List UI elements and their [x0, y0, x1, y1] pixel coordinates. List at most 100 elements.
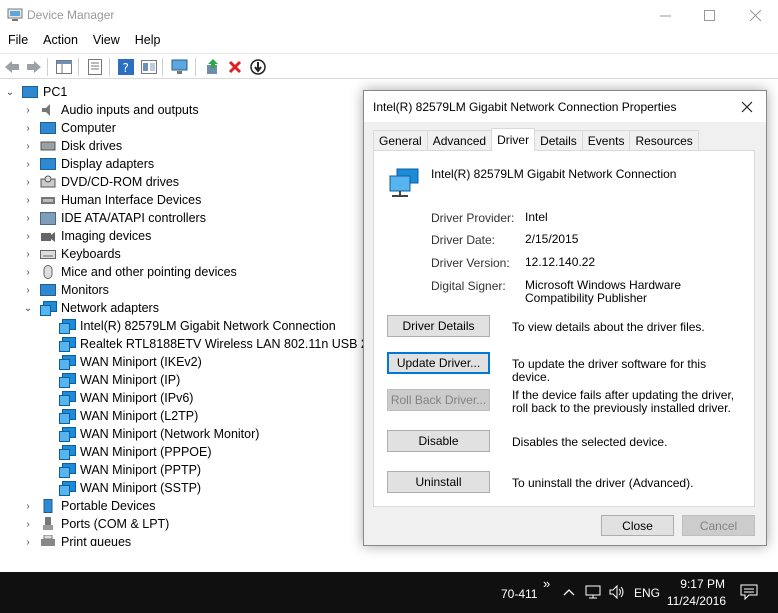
- chevron-right-icon[interactable]: ›: [22, 515, 34, 533]
- speaker-icon: [40, 103, 56, 117]
- tree-category[interactable]: › Computer: [22, 119, 116, 137]
- minimize-button[interactable]: [642, 0, 688, 30]
- tree-device[interactable]: WAN Miniport (Network Monitor): [59, 425, 259, 443]
- menu-file[interactable]: File: [0, 30, 35, 52]
- close-icon: [741, 101, 753, 113]
- device-manager-icon: [7, 8, 23, 21]
- chevron-right-icon[interactable]: ›: [22, 155, 34, 173]
- driver-provider-label: Driver Provider:: [431, 211, 515, 225]
- clock-date[interactable]: 11/24/2016: [664, 594, 726, 608]
- tree-device-label: WAN Miniport (PPTP): [80, 463, 202, 477]
- network-adapter-icon: [59, 409, 76, 424]
- maximize-button[interactable]: [686, 0, 732, 30]
- tree-category[interactable]: › Imaging devices: [22, 227, 151, 245]
- tab-driver[interactable]: Driver: [491, 128, 536, 151]
- show-hidden-icons-icon[interactable]: [563, 587, 575, 597]
- disable-button[interactable]: Disable: [387, 430, 490, 452]
- chevron-down-icon[interactable]: ⌄: [4, 83, 16, 101]
- chevron-right-icon[interactable]: ›: [22, 101, 34, 119]
- tree-category[interactable]: › Ports (COM & LPT): [22, 515, 169, 533]
- chevron-down-icon[interactable]: ⌄: [22, 299, 34, 317]
- tree-category[interactable]: › Mice and other pointing devices: [22, 263, 237, 281]
- tab-advanced[interactable]: Advanced: [426, 130, 493, 151]
- dialog-close-button[interactable]: [734, 95, 760, 119]
- toolbar-overflow-icon[interactable]: »: [543, 576, 550, 591]
- forward-arrow-icon: [27, 61, 41, 73]
- tree-category-network-adapters[interactable]: ⌄ Network adapters: [22, 299, 159, 317]
- network-tray-icon[interactable]: [584, 584, 602, 600]
- chevron-right-icon[interactable]: ›: [22, 497, 34, 515]
- tree-device[interactable]: WAN Miniport (IP): [59, 371, 180, 389]
- menu-help[interactable]: Help: [127, 30, 168, 52]
- view-button[interactable]: [139, 57, 159, 77]
- back-button[interactable]: [2, 57, 22, 77]
- chevron-right-icon[interactable]: ›: [22, 209, 34, 227]
- toolbar-separator: [78, 58, 79, 76]
- tree-device[interactable]: WAN Miniport (PPPOE): [59, 443, 212, 461]
- tab-general[interactable]: General: [373, 130, 428, 151]
- menu-action[interactable]: Action: [35, 30, 85, 52]
- title-bar[interactable]: Device Manager: [0, 0, 778, 30]
- uninstall-button[interactable]: Uninstall: [387, 471, 490, 493]
- menu-view[interactable]: View: [85, 30, 127, 52]
- chevron-right-icon[interactable]: ›: [22, 137, 34, 155]
- tab-details[interactable]: Details: [534, 130, 583, 151]
- tree-root-pc1[interactable]: ⌄ PC1: [4, 83, 68, 101]
- chevron-right-icon[interactable]: ›: [22, 245, 34, 263]
- tree-category[interactable]: › DVD/CD-ROM drives: [22, 173, 179, 191]
- chevron-right-icon[interactable]: ›: [22, 119, 34, 137]
- tree-device[interactable]: WAN Miniport (PPTP): [59, 461, 201, 479]
- cancel-button[interactable]: Cancel: [682, 515, 755, 536]
- tree-device[interactable]: Intel(R) 82579LM Gigabit Network Connect…: [59, 317, 336, 335]
- tree-category[interactable]: › IDE ATA/ATAPI controllers: [22, 209, 206, 227]
- close-button[interactable]: [732, 0, 778, 30]
- maximize-icon: [703, 9, 715, 21]
- tab-events[interactable]: Events: [581, 130, 631, 151]
- input-language[interactable]: ENG: [634, 586, 660, 600]
- chevron-right-icon[interactable]: ›: [22, 227, 34, 245]
- tree-category[interactable]: › Keyboards: [22, 245, 120, 263]
- update-driver-button[interactable]: [203, 57, 223, 77]
- tree-device[interactable]: WAN Miniport (SSTP): [59, 479, 201, 497]
- chevron-right-icon[interactable]: ›: [22, 281, 34, 299]
- driver-details-button[interactable]: Driver Details: [387, 315, 490, 337]
- chevron-right-icon[interactable]: ›: [22, 533, 34, 547]
- taskbar-toolbar-label[interactable]: 70-411: [501, 587, 537, 601]
- properties-button[interactable]: [85, 57, 105, 77]
- tree-category[interactable]: › Monitors: [22, 281, 109, 299]
- portable-icon: [40, 499, 56, 513]
- back-arrow-icon: [5, 61, 19, 73]
- uninstall-device-button[interactable]: [225, 57, 245, 77]
- forward-button[interactable]: [24, 57, 44, 77]
- roll-back-driver-button[interactable]: Roll Back Driver...: [387, 389, 490, 411]
- chevron-right-icon[interactable]: ›: [22, 191, 34, 209]
- tree-device[interactable]: WAN Miniport (IPv6): [59, 389, 193, 407]
- scan-hardware-button[interactable]: [170, 57, 190, 77]
- tab-strip: General Advanced Driver Details Events R…: [373, 128, 699, 151]
- action-center-icon[interactable]: [740, 584, 758, 600]
- disable-device-button[interactable]: [248, 57, 268, 77]
- volume-icon[interactable]: [608, 584, 626, 600]
- driver-version-value: 12.12.140.22: [525, 255, 596, 269]
- dialog-title-bar[interactable]: Intel(R) 82579LM Gigabit Network Connect…: [364, 91, 766, 122]
- tree-category[interactable]: › Display adapters: [22, 155, 154, 173]
- clock-time[interactable]: 9:17 PM: [675, 577, 725, 591]
- tree-category-label: Disk drives: [61, 139, 123, 153]
- tree-device[interactable]: WAN Miniport (L2TP): [59, 407, 198, 425]
- update-driver-button[interactable]: Update Driver...: [387, 352, 490, 374]
- help-button[interactable]: ?: [116, 57, 136, 77]
- tree-category[interactable]: › Audio inputs and outputs: [22, 101, 198, 119]
- chevron-right-icon[interactable]: ›: [22, 173, 34, 191]
- chevron-right-icon[interactable]: ›: [22, 263, 34, 281]
- close-dialog-button[interactable]: Close: [601, 515, 674, 536]
- tree-category[interactable]: › Human Interface Devices: [22, 191, 201, 209]
- tree-device[interactable]: WAN Miniport (IKEv2): [59, 353, 202, 371]
- tree-category[interactable]: › Print queues: [22, 533, 131, 546]
- tree-device[interactable]: Realtek RTL8188ETV Wireless LAN 802.11n …: [59, 335, 401, 353]
- tree-category[interactable]: › Portable Devices: [22, 497, 156, 515]
- tree-category[interactable]: › Disk drives: [22, 137, 122, 155]
- tree-category-label: Display adapters: [61, 157, 155, 171]
- tree-bottom-area: [0, 546, 778, 572]
- show-hide-console-tree-button[interactable]: [54, 57, 74, 77]
- tab-resources[interactable]: Resources: [629, 130, 699, 151]
